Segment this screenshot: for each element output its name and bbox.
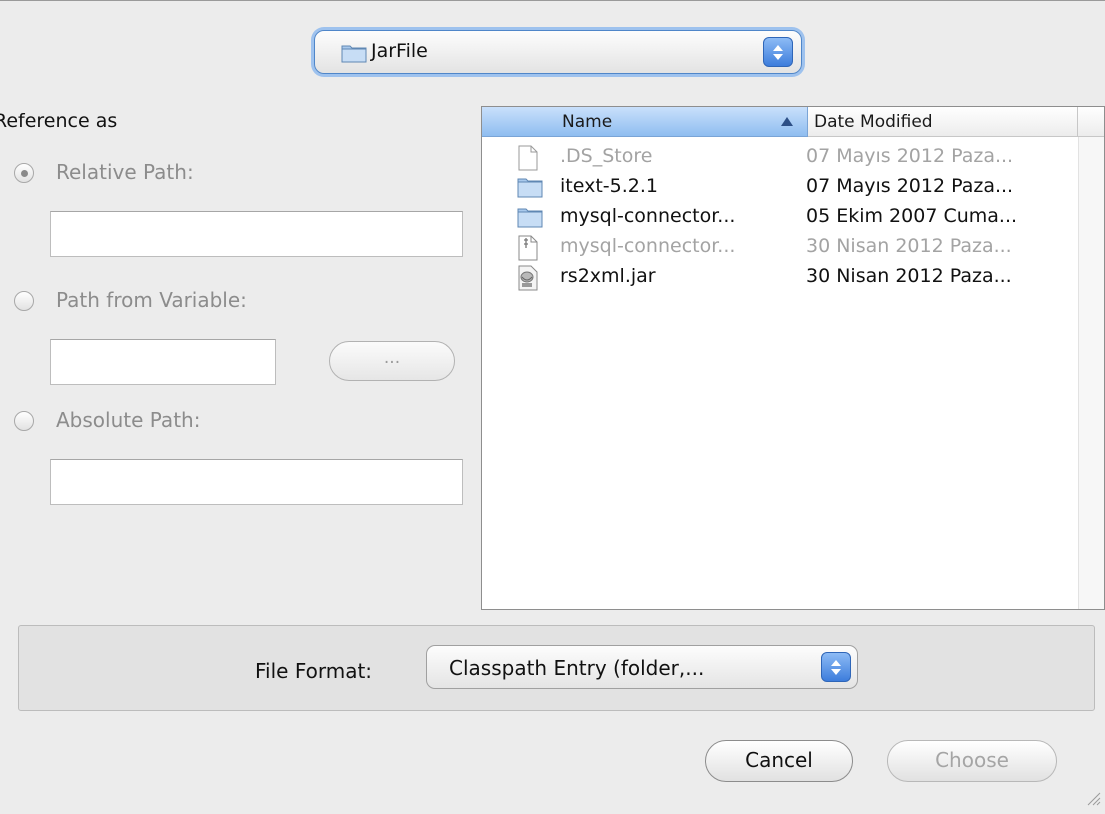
column-name-label: Name	[562, 112, 613, 132]
file-date: 07 Mayıs 2012 Paza...	[806, 175, 1014, 197]
folder-icon	[517, 175, 543, 203]
absolute-path-field[interactable]	[50, 459, 463, 505]
file-format-popup[interactable]: Classpath Entry (folder,...	[426, 645, 858, 689]
document-icon	[517, 145, 539, 175]
radio-button[interactable]	[14, 163, 34, 183]
file-name: rs2xml.jar	[560, 265, 656, 287]
radio-label: Absolute Path:	[56, 408, 201, 432]
folder-icon	[517, 205, 543, 233]
column-header-filler	[1078, 107, 1104, 137]
file-format-value: Classpath Entry (folder,...	[449, 656, 705, 680]
file-date: 05 Ekim 2007 Cuma...	[806, 205, 1018, 227]
archive-icon	[517, 235, 539, 265]
resize-grip-icon[interactable]	[1085, 790, 1101, 810]
vertical-scrollbar[interactable]	[1078, 137, 1104, 609]
file-row[interactable]: mysql-connector... 05 Ekim 2007 Cuma...	[482, 203, 1078, 233]
format-stepper-icon[interactable]	[821, 652, 851, 682]
file-date: 07 Mayıs 2012 Paza...	[806, 145, 1014, 167]
file-row[interactable]: mysql-connector... 30 Nisan 2012 Paza...	[482, 233, 1078, 263]
file-row[interactable]: itext-5.2.1 07 Mayıs 2012 Paza...	[482, 173, 1078, 203]
variable-path-field[interactable]	[50, 339, 276, 385]
file-row[interactable]: .DS_Store 07 Mayıs 2012 Paza...	[482, 143, 1078, 173]
browse-variable-button[interactable]: ...	[329, 341, 455, 381]
choose-button[interactable]: Choose	[887, 740, 1057, 782]
jar-icon	[517, 265, 539, 295]
relative-path-field[interactable]	[50, 211, 463, 257]
top-divider	[0, 0, 1105, 1]
file-date: 30 Nisan 2012 Paza...	[806, 235, 1012, 257]
file-name: mysql-connector...	[560, 235, 736, 257]
file-format-bar: File Format: Classpath Entry (folder,...	[18, 625, 1095, 711]
file-browser[interactable]: Name Date Modified .DS_Store 07 Mayıs 20…	[481, 106, 1105, 610]
column-date-label: Date Modified	[814, 112, 933, 132]
column-header-name[interactable]: Name	[482, 107, 808, 137]
column-header: Name Date Modified	[482, 107, 1104, 137]
radio-button[interactable]	[14, 411, 34, 431]
file-row[interactable]: rs2xml.jar 30 Nisan 2012 Paza...	[482, 263, 1078, 293]
file-name: .DS_Store	[560, 145, 653, 167]
radio-label: Path from Variable:	[56, 288, 247, 312]
column-header-date-modified[interactable]: Date Modified	[808, 107, 1078, 137]
location-popup[interactable]: JarFile	[314, 30, 802, 74]
location-stepper-icon[interactable]	[763, 37, 793, 67]
sort-ascending-icon	[781, 117, 793, 126]
location-label: JarFile	[371, 40, 428, 62]
radio-label: Relative Path:	[56, 160, 194, 184]
file-name: mysql-connector...	[560, 205, 736, 227]
reference-as-title: Reference as	[0, 110, 118, 132]
cancel-button[interactable]: Cancel	[705, 740, 853, 782]
file-name: itext-5.2.1	[560, 175, 658, 197]
file-format-label: File Format:	[255, 659, 373, 683]
radio-button[interactable]	[14, 291, 34, 311]
folder-icon	[341, 43, 367, 67]
file-date: 30 Nisan 2012 Paza...	[806, 265, 1012, 287]
